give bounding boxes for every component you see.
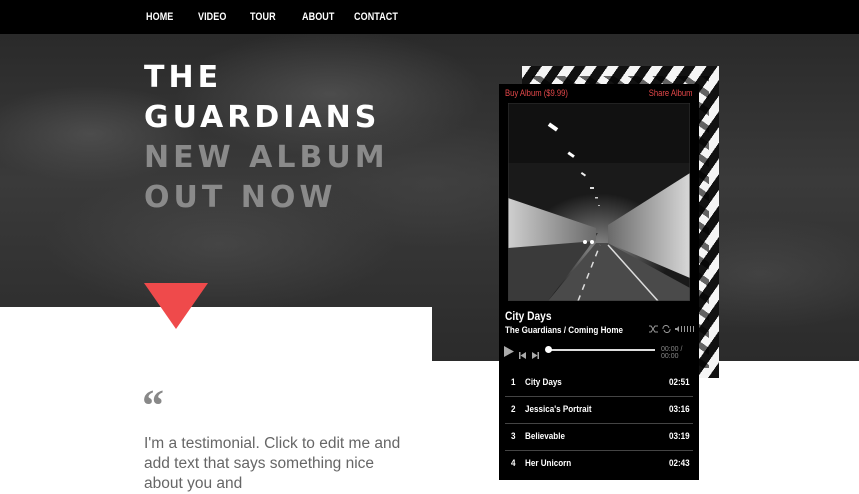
track-duration: 03:19 bbox=[669, 431, 690, 442]
music-player: Buy Album ($9.99) Share Album City Days … bbox=[499, 84, 699, 480]
track-row[interactable]: 1 City Days 02:51 bbox=[505, 370, 693, 396]
hero-subtitle-line-1: NEW ALBUM bbox=[144, 140, 389, 175]
nav-item-tour[interactable]: TOUR bbox=[250, 11, 276, 23]
share-album-link[interactable]: Share Album bbox=[649, 88, 693, 98]
nav-item-contact[interactable]: CONTACT bbox=[354, 11, 398, 23]
track-row[interactable]: 3 Believable 03:19 bbox=[505, 423, 693, 450]
top-nav: HOME VIDEO TOUR ABOUT CONTACT bbox=[0, 0, 859, 34]
time-display: 00:00 / 00:00 bbox=[661, 346, 683, 360]
repeat-icon[interactable] bbox=[662, 324, 671, 335]
hero-title-line-2: GUARDIANS bbox=[144, 100, 381, 135]
track-row[interactable]: 2 Jessica's Portrait 03:16 bbox=[505, 396, 693, 423]
track-title: Jessica's Portrait bbox=[525, 404, 592, 415]
volume-icon[interactable] bbox=[675, 325, 695, 335]
track-row[interactable]: 4 Her Unicorn 02:43 bbox=[505, 450, 693, 477]
track-number: 1 bbox=[511, 377, 516, 388]
track-title: City Days bbox=[525, 377, 562, 388]
current-track-artist: The Guardians / Coming Home bbox=[505, 325, 624, 336]
nav-item-video[interactable]: VIDEO bbox=[198, 11, 226, 23]
nav-item-about[interactable]: ABOUT bbox=[302, 11, 334, 23]
quote-icon: “ bbox=[142, 381, 164, 430]
tunnel-image bbox=[508, 103, 690, 301]
triangle-decoration bbox=[144, 283, 208, 329]
next-icon[interactable] bbox=[532, 346, 539, 364]
track-title: Her Unicorn bbox=[525, 458, 572, 469]
testimonial-text[interactable]: I'm a testimonial. Click to edit me and … bbox=[144, 434, 414, 494]
track-duration: 03:16 bbox=[669, 404, 690, 415]
buy-album-link[interactable]: Buy Album ($9.99) bbox=[505, 88, 568, 98]
play-icon[interactable] bbox=[504, 344, 514, 362]
track-list: 1 City Days 02:51 2 Jessica's Portrait 0… bbox=[505, 370, 693, 477]
progress-handle[interactable] bbox=[545, 346, 552, 353]
hero-title-line-1: THE bbox=[144, 60, 223, 95]
track-duration: 02:51 bbox=[669, 377, 690, 388]
hero-subtitle-line-2: OUT NOW bbox=[144, 180, 337, 215]
track-number: 3 bbox=[511, 431, 516, 442]
track-duration: 02:43 bbox=[669, 458, 690, 469]
track-title: Believable bbox=[525, 431, 565, 442]
nav-item-home[interactable]: HOME bbox=[146, 11, 173, 23]
album-cover bbox=[508, 103, 690, 301]
track-number: 4 bbox=[511, 458, 516, 469]
player-links: Buy Album ($9.99) Share Album bbox=[499, 84, 699, 102]
progress-bar[interactable] bbox=[547, 349, 655, 351]
shuffle-icon[interactable] bbox=[649, 325, 658, 335]
track-number: 2 bbox=[511, 404, 516, 415]
current-track-title: City Days bbox=[505, 309, 552, 323]
previous-icon[interactable] bbox=[519, 346, 526, 364]
